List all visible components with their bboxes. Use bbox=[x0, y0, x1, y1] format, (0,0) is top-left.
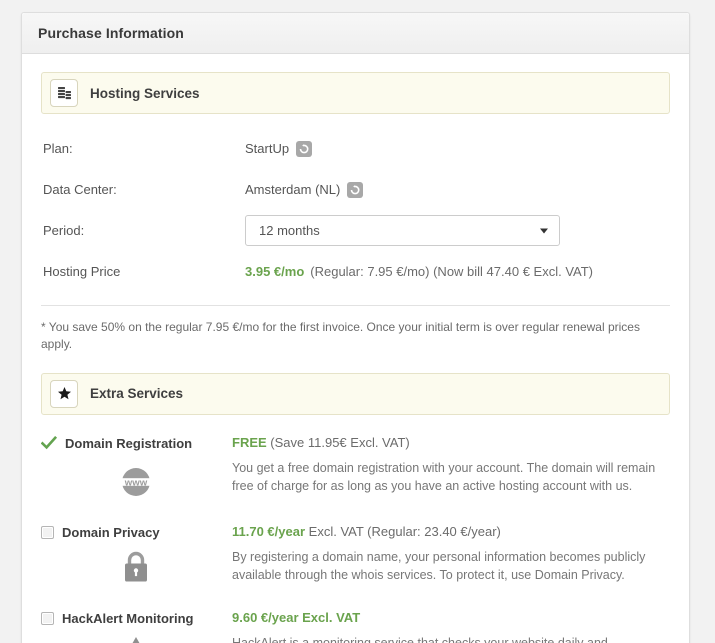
hackalert-right: 9.60 €/year Excl. VAT HackAlert is a mon… bbox=[232, 610, 670, 643]
domain-registration-price-detail: (Save 11.95€ Excl. VAT) bbox=[270, 434, 410, 450]
domain-privacy-price-detail: Excl. VAT (Regular: 23.40 €/year) bbox=[308, 523, 501, 539]
domain-privacy-price-line: 11.70 €/year Excl. VAT (Regular: 23.40 €… bbox=[232, 524, 670, 540]
domain-privacy-price: 11.70 €/year bbox=[232, 523, 306, 539]
page-title: Purchase Information bbox=[38, 25, 184, 41]
data-center-value: Amsterdam (NL) bbox=[245, 182, 341, 197]
plan-label: Plan: bbox=[43, 141, 73, 156]
hackalert-name-line: HackAlert Monitoring bbox=[41, 610, 232, 626]
extra-service-item: HackAlert Monitoring 9.60 €/year Excl. V… bbox=[41, 610, 670, 643]
extra-service-item: Domain Registration www FREE (Save 11.95… bbox=[40, 435, 670, 504]
warning-triangle-icon bbox=[119, 635, 232, 643]
hosting-services-label: Hosting Services bbox=[90, 85, 200, 101]
check-mark-icon bbox=[40, 435, 58, 456]
data-center-value-group: Amsterdam (NL) bbox=[245, 181, 364, 198]
plan-value: StartUp bbox=[245, 141, 290, 156]
hackalert-label: HackAlert Monitoring bbox=[62, 610, 194, 626]
hackalert-price: 9.60 €/year Excl. VAT bbox=[232, 609, 361, 625]
extra-service-item: Domain Privacy 11.70 €/year Excl. VAT (R… bbox=[41, 524, 670, 590]
change-data-center-button[interactable] bbox=[347, 181, 364, 198]
period-row: Period: 12 months bbox=[41, 210, 670, 251]
domain-privacy-left: Domain Privacy bbox=[41, 524, 232, 590]
data-center-row: Data Center: Amsterdam (NL) bbox=[41, 169, 670, 210]
hosting-price-row: Hosting Price 3.95 €/mo (Regular: 7.95 €… bbox=[41, 251, 670, 292]
padlock-icon bbox=[119, 549, 232, 590]
hackalert-price-line: 9.60 €/year Excl. VAT bbox=[232, 610, 670, 626]
hosting-price-details: (Regular: 7.95 €/mo) (Now bill 47.40 € E… bbox=[310, 264, 594, 279]
domain-privacy-right: 11.70 €/year Excl. VAT (Regular: 23.40 €… bbox=[232, 524, 670, 590]
panel-header: Purchase Information bbox=[22, 13, 689, 54]
domain-privacy-checkbox[interactable] bbox=[41, 525, 54, 539]
purchase-information-panel: Purchase Information Hosting Services Pl… bbox=[21, 12, 690, 643]
panel-body: Hosting Services Plan: StartUp Data Cent… bbox=[22, 54, 689, 643]
domain-registration-price: FREE bbox=[232, 434, 267, 450]
hosting-price-amount: 3.95 €/mo bbox=[245, 264, 305, 279]
hackalert-description: HackAlert is a monitoring service that c… bbox=[232, 635, 608, 643]
hosting-services-header: Hosting Services bbox=[41, 72, 670, 114]
period-select[interactable]: 12 months bbox=[245, 215, 560, 246]
chevron-down-icon bbox=[540, 228, 548, 233]
hosting-price-label: Hosting Price bbox=[43, 264, 121, 279]
domain-registration-left: Domain Registration www bbox=[40, 435, 232, 504]
hosting-details-list: Plan: StartUp Data Center: Amsterdam (NL… bbox=[41, 128, 670, 292]
data-center-label: Data Center: bbox=[43, 182, 117, 197]
server-stack-icon bbox=[50, 79, 78, 107]
period-selected-value: 12 months bbox=[259, 223, 320, 238]
domain-privacy-label: Domain Privacy bbox=[62, 524, 160, 540]
hosting-price-value-group: 3.95 €/mo (Regular: 7.95 €/mo) (Now bill… bbox=[245, 264, 593, 279]
domain-registration-right: FREE (Save 11.95€ Excl. VAT) You get a f… bbox=[232, 435, 670, 504]
svg-text:www: www bbox=[124, 477, 148, 488]
hackalert-left: HackAlert Monitoring bbox=[41, 610, 232, 643]
plan-row: Plan: StartUp bbox=[41, 128, 670, 169]
purchase-information-screen: Purchase Information Hosting Services Pl… bbox=[0, 0, 715, 643]
domain-registration-name-line: Domain Registration bbox=[40, 435, 232, 456]
divider bbox=[41, 305, 670, 306]
domain-privacy-name-line: Domain Privacy bbox=[41, 524, 232, 540]
domain-registration-label: Domain Registration bbox=[65, 435, 193, 451]
period-label: Period: bbox=[43, 223, 85, 238]
savings-note: * You save 50% on the regular 7.95 €/mo … bbox=[41, 320, 640, 351]
www-globe-icon: www bbox=[119, 465, 232, 504]
domain-registration-description: You get a free domain registration with … bbox=[232, 460, 656, 494]
plan-value-group: StartUp bbox=[245, 140, 313, 157]
star-icon bbox=[50, 379, 78, 408]
extra-services-label: Extra Services bbox=[90, 386, 184, 402]
domain-registration-price-line: FREE (Save 11.95€ Excl. VAT) bbox=[232, 435, 670, 451]
change-plan-button[interactable] bbox=[296, 140, 313, 157]
hackalert-checkbox[interactable] bbox=[41, 611, 54, 625]
domain-privacy-description: By registering a domain name, your perso… bbox=[232, 549, 646, 583]
extra-services-header: Extra Services bbox=[41, 372, 670, 415]
